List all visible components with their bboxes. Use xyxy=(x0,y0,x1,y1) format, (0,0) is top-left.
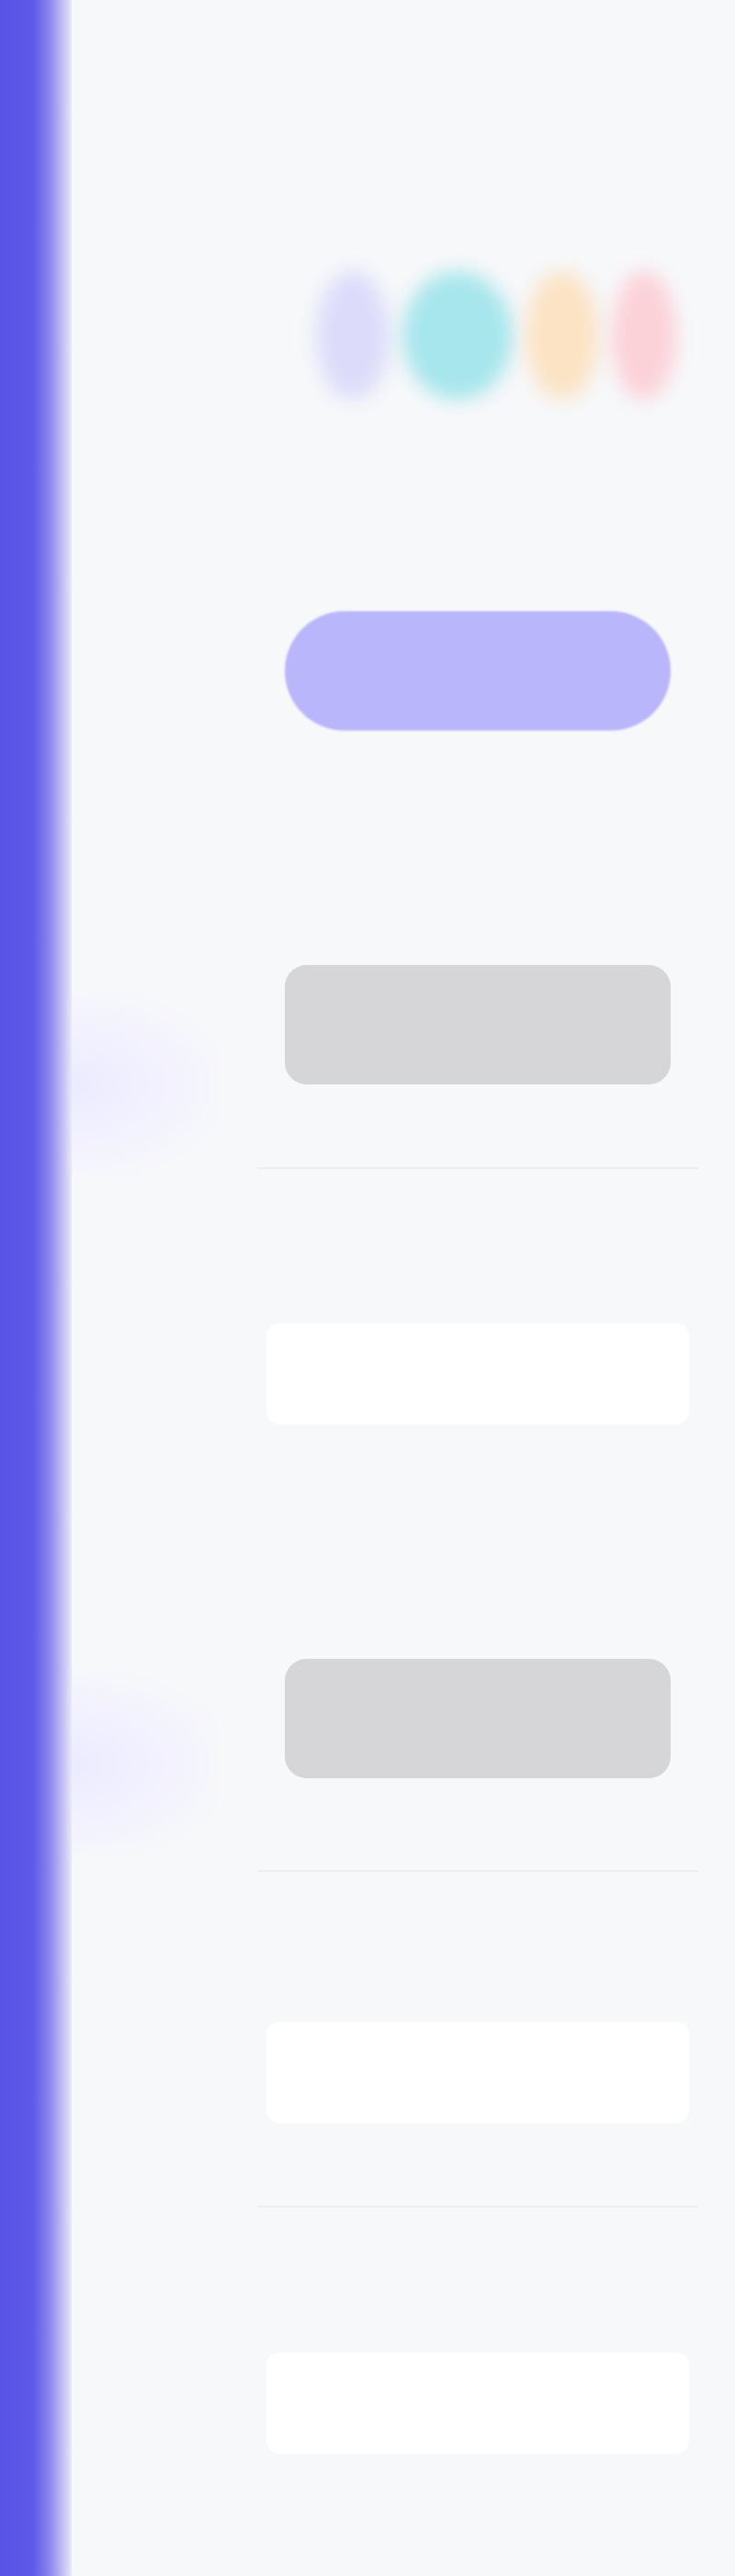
rail-highlight xyxy=(72,993,219,1176)
logo-shape xyxy=(526,271,599,400)
divider xyxy=(257,2206,698,2207)
rail-highlight xyxy=(72,1673,219,1856)
logo-shape xyxy=(612,271,676,400)
side-accent-rail xyxy=(0,0,72,2576)
app-logo xyxy=(303,248,689,423)
section-value-row[interactable] xyxy=(266,2353,689,2454)
logo-shape xyxy=(316,271,390,400)
divider xyxy=(257,1870,698,1872)
section-value-row[interactable] xyxy=(266,2022,689,2123)
section-value-row[interactable] xyxy=(266,1323,689,1424)
primary-action-button[interactable] xyxy=(285,611,671,731)
logo-shape xyxy=(402,271,513,400)
divider xyxy=(257,1167,698,1169)
option-card[interactable] xyxy=(285,965,671,1084)
main-content xyxy=(239,0,698,2576)
option-card[interactable] xyxy=(285,1659,671,1778)
